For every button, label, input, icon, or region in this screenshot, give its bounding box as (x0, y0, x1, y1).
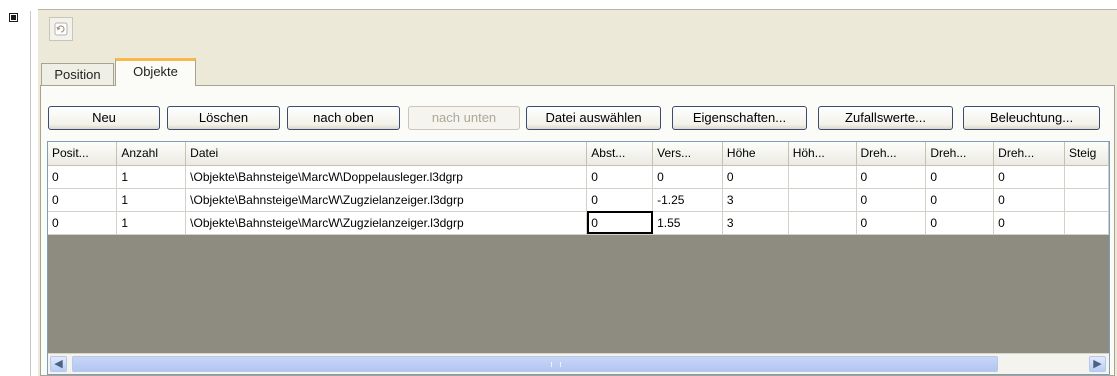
table-row[interactable]: 0 1 \Objekte\Bahnsteige\MarcW\Zugzielanz… (48, 211, 1109, 235)
tree-line (30, 11, 31, 376)
refresh-button[interactable] (49, 17, 73, 41)
table-cell[interactable]: 1.55 (652, 211, 723, 235)
table-cell[interactable]: 1 (116, 188, 187, 212)
table-cell[interactable]: 0 (925, 188, 995, 212)
table-cell[interactable]: 0 (48, 165, 118, 189)
table-cell[interactable] (788, 188, 857, 212)
table-cell[interactable]: 0 (586, 188, 654, 212)
table-cell[interactable] (1064, 165, 1109, 189)
horizontal-scrollbar[interactable]: ◀ ▶ (48, 353, 1109, 374)
table-cell[interactable]: 1 (116, 211, 187, 235)
collapse-box-icon[interactable] (9, 13, 18, 22)
table-cell[interactable]: 0 (652, 165, 723, 189)
selected-cell[interactable]: 0 (586, 211, 654, 235)
objects-grid[interactable]: Posit... Anzahl Datei Abst... Vers... Hö… (47, 141, 1110, 375)
table-cell[interactable]: 1 (116, 165, 187, 189)
column-header[interactable]: Dreh... (925, 142, 995, 166)
table-cell[interactable]: 0 (586, 165, 654, 189)
scrollbar-thumb[interactable] (72, 356, 998, 372)
column-header[interactable]: Höhe (722, 142, 789, 166)
column-header[interactable]: Höh... (788, 142, 857, 166)
tab-page-objekte: Neu Löschen nach oben nach unten Datei a… (40, 85, 1115, 376)
header-row: Posit... Anzahl Datei Abst... Vers... Hö… (48, 142, 1109, 166)
table-cell[interactable] (788, 165, 857, 189)
table-cell[interactable]: 0 (856, 188, 927, 212)
column-header[interactable]: Abst... (586, 142, 654, 166)
objects-panel: Position Objekte Neu Löschen nach oben n… (38, 9, 1117, 376)
column-header[interactable]: Dreh... (993, 142, 1065, 166)
table-cell[interactable]: \Objekte\Bahnsteige\MarcW\Zugzielanzeige… (185, 188, 588, 212)
table-cell[interactable]: 3 (722, 188, 789, 212)
move-up-button[interactable]: nach oben (287, 106, 400, 130)
table-cell[interactable]: 0 (993, 165, 1065, 189)
table-cell[interactable] (788, 211, 857, 235)
objects-table: Posit... Anzahl Datei Abst... Vers... Hö… (48, 142, 1109, 235)
table-cell[interactable]: 0 (48, 188, 118, 212)
table-row[interactable]: 0 1 \Objekte\Bahnsteige\MarcW\Doppelausl… (48, 165, 1109, 189)
arrow-right-icon[interactable]: ▶ (1089, 356, 1106, 372)
tab-objekte[interactable]: Objekte (115, 58, 196, 86)
column-header[interactable]: Datei (185, 142, 588, 166)
arrow-left-icon[interactable]: ◀ (50, 356, 67, 372)
grip-icon (551, 362, 561, 367)
column-header[interactable]: Steig (1064, 142, 1109, 166)
table-cell[interactable]: 3 (722, 211, 789, 235)
panel-border (38, 9, 1117, 10)
table-row[interactable]: 0 1 \Objekte\Bahnsteige\MarcW\Zugzielanz… (48, 188, 1109, 212)
move-down-button: nach unten (408, 106, 520, 130)
column-header[interactable]: Anzahl (116, 142, 187, 166)
table-cell[interactable]: 0 (925, 165, 995, 189)
column-header[interactable]: Vers... (652, 142, 723, 166)
tab-position[interactable]: Position (41, 63, 114, 85)
table-cell[interactable]: 0 (48, 211, 118, 235)
column-header[interactable]: Posit... (48, 142, 118, 166)
properties-button[interactable]: Eigenschaften... (672, 106, 807, 130)
table-cell[interactable]: 0 (856, 211, 927, 235)
table-cell[interactable]: \Objekte\Bahnsteige\MarcW\Doppelausleger… (185, 165, 588, 189)
table-cell[interactable]: 0 (856, 165, 927, 189)
table-cell[interactable]: 0 (722, 165, 789, 189)
table-cell[interactable]: 0 (993, 188, 1065, 212)
delete-button[interactable]: Löschen (167, 106, 280, 130)
refresh-icon (54, 22, 68, 36)
table-cell[interactable]: 0 (925, 211, 995, 235)
table-cell[interactable]: -1.25 (652, 188, 723, 212)
table-cell[interactable]: 0 (993, 211, 1065, 235)
new-button[interactable]: Neu (48, 106, 160, 130)
table-cell[interactable] (1064, 188, 1109, 212)
table-cell[interactable]: \Objekte\Bahnsteige\MarcW\Zugzielanzeige… (185, 211, 588, 235)
lighting-button[interactable]: Beleuchtung... (963, 106, 1100, 130)
table-cell[interactable] (1064, 211, 1109, 235)
random-values-button[interactable]: Zufallswerte... (818, 106, 953, 130)
column-header[interactable]: Dreh... (856, 142, 927, 166)
choose-file-button[interactable]: Datei auswählen (526, 106, 661, 130)
